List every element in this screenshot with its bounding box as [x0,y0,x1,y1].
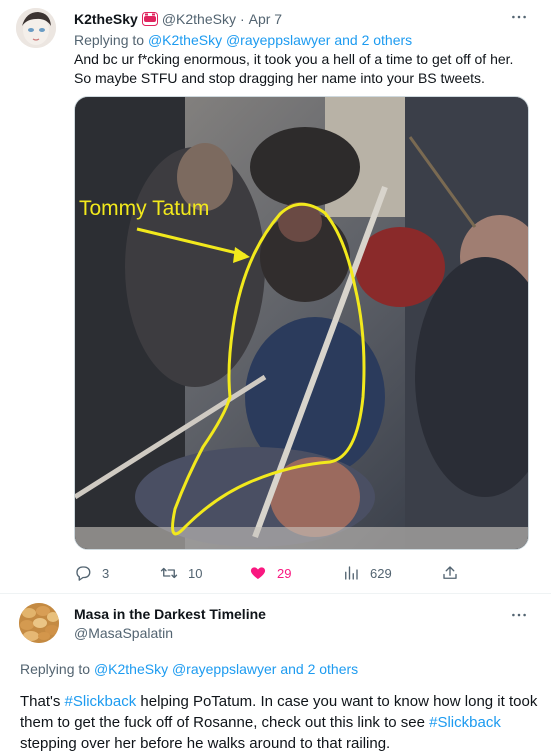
tweet-image[interactable]: Tommy Tatum [74,96,529,550]
tweet-k2thesky[interactable]: K2theSky @K2theSky · Apr 7 Replying to @… [0,0,551,594]
text-part: That's [20,693,65,710]
avatar-image [16,8,56,48]
replying-mentions[interactable]: @K2theSky @rayeppslawyer [94,661,277,677]
tweet-masaspalatin[interactable]: Masa in the Darkest Timeline @MasaSpalat… [0,594,551,756]
image-caption: Tommy Tatum [79,197,209,220]
tweet-text: That's #Slickback helping PoTatum. In ca… [20,691,540,754]
tweet-header: K2theSky @K2theSky · Apr 7 [74,11,282,27]
retweet-icon [160,567,178,579]
reply-icon [76,566,91,581]
heart-filled-icon [250,567,266,579]
avatar-image [19,603,59,643]
more-icon[interactable] [509,10,529,22]
replying-and: and [330,32,362,48]
red-badge-icon [141,12,158,26]
more-icon[interactable] [509,608,529,620]
hashtag-link[interactable]: #Slickback [429,714,501,731]
replying-others[interactable]: 2 others [362,32,413,48]
hashtag-link[interactable]: #Slickback [65,693,137,710]
views-button[interactable]: 629 [342,563,392,583]
display-name[interactable]: Masa in the Darkest Timeline [74,606,266,622]
replying-prefix: Replying to [20,661,94,677]
replying-prefix: Replying to [74,32,148,48]
tweet-text: And bc ur f*cking enormous, it took you … [74,51,514,86]
avatar[interactable] [19,603,59,643]
display-name[interactable]: K2theSky [74,11,138,27]
reply-button[interactable]: 3 [74,563,109,583]
reply-count: 3 [102,565,110,581]
handle[interactable]: @K2theSky [162,11,236,27]
replying-to: Replying to @K2theSky @rayeppslawyer and… [74,32,412,48]
view-count: 629 [370,565,392,581]
views-icon [345,566,358,580]
like-count: 29 [277,565,292,581]
replying-to: Replying to @K2theSky @rayeppslawyer and… [20,661,358,677]
separator-dot: · [239,11,245,27]
replying-and: and [276,661,308,677]
share-button[interactable] [441,563,469,583]
retweet-count: 10 [188,565,203,581]
share-icon [443,566,457,579]
text-part: stepping over her before he walks around… [20,735,391,752]
timestamp[interactable]: Apr 7 [249,11,282,27]
action-bar: 3 10 29 629 [74,563,474,583]
riot-photo: Tommy Tatum [75,97,528,549]
handle[interactable]: @MasaSpalatin [74,625,173,641]
avatar[interactable] [16,8,56,48]
like-button[interactable]: 29 [249,563,291,583]
retweet-button[interactable]: 10 [160,563,202,583]
replying-mentions[interactable]: @K2theSky @rayeppslawyer [148,32,331,48]
replying-others[interactable]: 2 others [308,661,359,677]
